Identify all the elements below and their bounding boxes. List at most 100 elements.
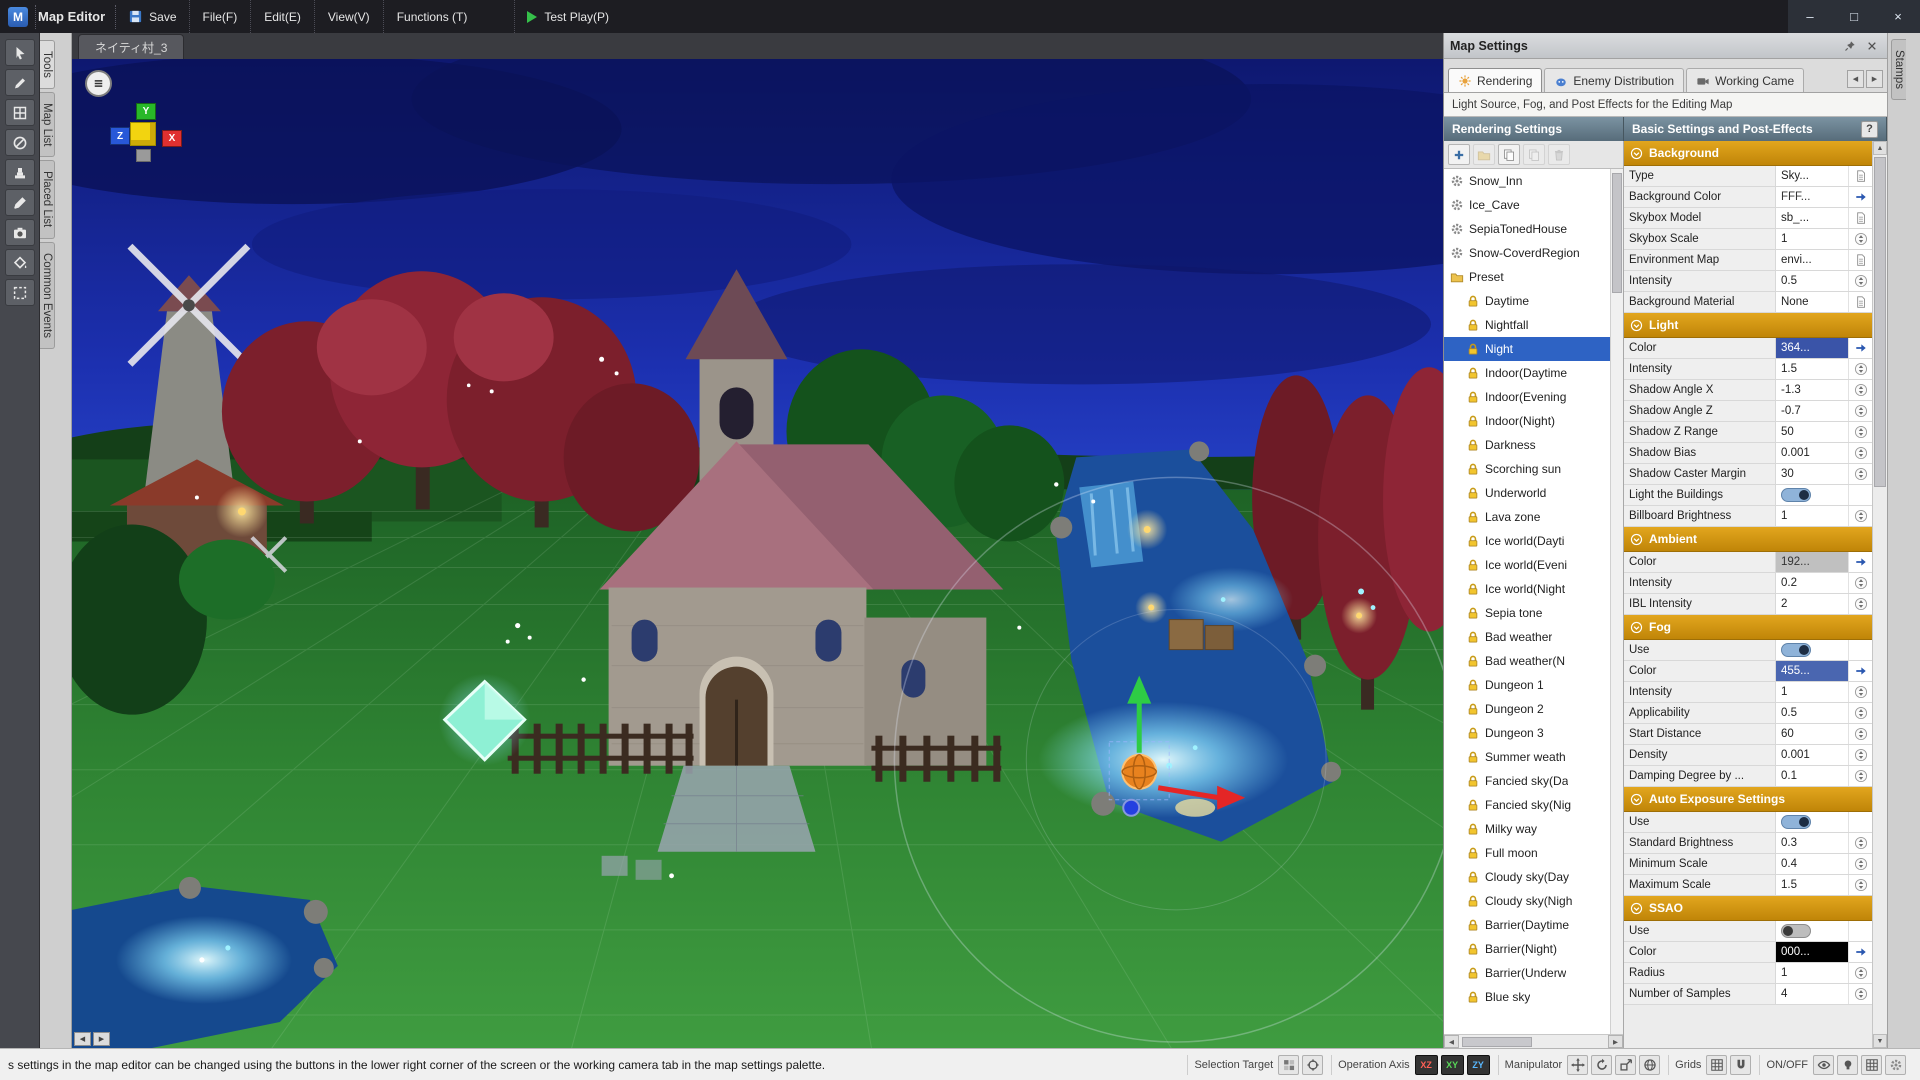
spinner-button[interactable]: [1852, 596, 1870, 613]
rendering-setting-scorching-sun[interactable]: Scorching sun: [1444, 457, 1610, 481]
panel-close-button[interactable]: [1863, 37, 1881, 55]
color-picker-button[interactable]: [1852, 944, 1870, 961]
hscroll-thumb[interactable]: [1462, 1036, 1532, 1047]
duplicate-button[interactable]: [1498, 144, 1520, 165]
props-scroll-down-icon[interactable]: ▼: [1873, 1034, 1887, 1048]
tileset-tool[interactable]: [4, 99, 35, 126]
rendering-setting-ice-world-eveni[interactable]: Ice world(Eveni: [1444, 553, 1610, 577]
sidebar-tab-tools[interactable]: Tools: [40, 40, 55, 89]
rendering-setting-fancied-sky-da[interactable]: Fancied sky(Da: [1444, 769, 1610, 793]
stamp-tool[interactable]: [4, 159, 35, 186]
properties-scrollbar[interactable]: ▲ ▼: [1872, 141, 1887, 1048]
rendering-setting-bad-weather[interactable]: Bad weather: [1444, 625, 1610, 649]
toggle-use[interactable]: [1781, 815, 1811, 829]
spinner-button[interactable]: [1852, 424, 1870, 441]
hscroll-right-icon[interactable]: ▶: [1608, 1035, 1623, 1048]
slope-tool[interactable]: [4, 129, 35, 156]
object-selection-icon[interactable]: [1302, 1054, 1324, 1075]
maximize-button[interactable]: □: [1832, 0, 1876, 33]
rendering-setting-preset[interactable]: Preset: [1444, 265, 1610, 289]
menu-file-f[interactable]: File(F): [188, 0, 251, 33]
vscroll-thumb[interactable]: [1612, 173, 1622, 293]
spinner-button[interactable]: [1852, 575, 1870, 592]
rendering-setting-underworld[interactable]: Underworld: [1444, 481, 1610, 505]
sidebar-tab-map-list[interactable]: Map List: [40, 91, 55, 158]
spinner-button[interactable]: [1852, 986, 1870, 1003]
rendering-setting-blue-sky[interactable]: Blue sky: [1444, 985, 1610, 1009]
rendering-setting-indoor-daytime[interactable]: Indoor(Daytime: [1444, 361, 1610, 385]
sidebar-tab-placed-list[interactable]: Placed List: [40, 160, 55, 239]
toggle-light-the-buildings[interactable]: [1781, 488, 1811, 502]
rendering-setting-ice-world-dayti[interactable]: Ice world(Dayti: [1444, 529, 1610, 553]
minimize-button[interactable]: –: [1788, 0, 1832, 33]
spinner-button[interactable]: [1852, 382, 1870, 399]
axis-zy-button[interactable]: ZY: [1466, 1054, 1490, 1075]
fill-tool[interactable]: [4, 249, 35, 276]
snap-toggle-icon[interactable]: [1730, 1054, 1752, 1075]
spinner-button[interactable]: [1852, 877, 1870, 894]
file-picker-button[interactable]: [1852, 210, 1870, 227]
section-light[interactable]: Light: [1624, 313, 1872, 338]
file-picker-button[interactable]: [1852, 252, 1870, 269]
toggle-use[interactable]: [1781, 924, 1811, 938]
props-scroll-up-icon[interactable]: ▲: [1873, 141, 1887, 155]
section-ssao[interactable]: SSAO: [1624, 896, 1872, 921]
viewport-menu-button[interactable]: [85, 70, 112, 97]
sidebar-tab-common-events[interactable]: Common Events: [40, 241, 55, 349]
section-auto-exposure-settings[interactable]: Auto Exposure Settings: [1624, 787, 1872, 812]
test-play-button[interactable]: Test Play(P): [514, 0, 621, 33]
spinner-button[interactable]: [1852, 965, 1870, 982]
rendering-setting-lava-zone[interactable]: Lava zone: [1444, 505, 1610, 529]
color-picker-button[interactable]: [1852, 189, 1870, 206]
rendering-setting-barrier-night[interactable]: Barrier(Night): [1444, 937, 1610, 961]
spinner-button[interactable]: [1852, 856, 1870, 873]
section-ambient[interactable]: Ambient: [1624, 527, 1872, 552]
spinner-button[interactable]: [1852, 231, 1870, 248]
section-fog[interactable]: Fog: [1624, 615, 1872, 640]
rendering-setting-dungeon-2[interactable]: Dungeon 2: [1444, 697, 1610, 721]
menu-functions-t[interactable]: Functions (T): [382, 0, 481, 33]
section-background[interactable]: Background: [1624, 141, 1872, 166]
rotate-manipulator-icon[interactable]: [1591, 1054, 1613, 1075]
rendering-setting-ice-cave[interactable]: Ice_Cave: [1444, 193, 1610, 217]
tab-scroll-left-button[interactable]: ◀: [1847, 70, 1864, 88]
rendering-setting-summer-weath[interactable]: Summer weath: [1444, 745, 1610, 769]
eyedropper-tool[interactable]: [4, 189, 35, 216]
spinner-button[interactable]: [1852, 835, 1870, 852]
tab-rendering[interactable]: Rendering: [1448, 68, 1543, 92]
rendering-setting-full-moon[interactable]: Full moon: [1444, 841, 1610, 865]
screenshot-tool[interactable]: [4, 219, 35, 246]
settings-icon[interactable]: [1885, 1054, 1906, 1075]
stamp-selection-icon[interactable]: [1278, 1054, 1300, 1075]
list-vertical-scrollbar[interactable]: [1610, 169, 1623, 1034]
scale-manipulator-icon[interactable]: [1615, 1054, 1637, 1075]
rendering-setting-dungeon-1[interactable]: Dungeon 1: [1444, 673, 1610, 697]
file-picker-button[interactable]: [1852, 294, 1870, 311]
stamps-tab[interactable]: Stamps: [1891, 39, 1906, 100]
spinner-button[interactable]: [1852, 768, 1870, 785]
visibility-toggle-icon[interactable]: [1813, 1054, 1834, 1075]
rendering-setting-sepia-tone[interactable]: Sepia tone: [1444, 601, 1610, 625]
spinner-button[interactable]: [1852, 403, 1870, 420]
color-picker-button[interactable]: [1852, 340, 1870, 357]
close-button[interactable]: ×: [1876, 0, 1920, 33]
rendering-setting-cloudy-sky-nigh[interactable]: Cloudy sky(Nigh: [1444, 889, 1610, 913]
spinner-button[interactable]: [1852, 705, 1870, 722]
selection-rect-tool[interactable]: [4, 279, 35, 306]
rendering-setting-barrier-daytime[interactable]: Barrier(Daytime: [1444, 913, 1610, 937]
panel-pin-button[interactable]: [1841, 37, 1859, 55]
move-manipulator-icon[interactable]: [1567, 1054, 1589, 1075]
rendering-setting-dungeon-3[interactable]: Dungeon 3: [1444, 721, 1610, 745]
file-picker-button[interactable]: [1852, 168, 1870, 185]
rendering-setting-milky-way[interactable]: Milky way: [1444, 817, 1610, 841]
spinner-button[interactable]: [1852, 273, 1870, 290]
props-scroll-thumb[interactable]: [1874, 157, 1886, 487]
add-rendering-setting-button[interactable]: [1448, 144, 1470, 165]
spinner-button[interactable]: [1852, 684, 1870, 701]
axis-xy-button[interactable]: XY: [1440, 1054, 1464, 1075]
pencil-tool[interactable]: [4, 69, 35, 96]
scroll-right-button[interactable]: ▶: [93, 1032, 110, 1046]
tab-enemy-distribution[interactable]: Enemy Distribution: [1544, 68, 1685, 92]
view-axis-gizmo[interactable]: Y Z X: [110, 103, 192, 187]
tab-working-came[interactable]: Working Came: [1686, 68, 1805, 92]
